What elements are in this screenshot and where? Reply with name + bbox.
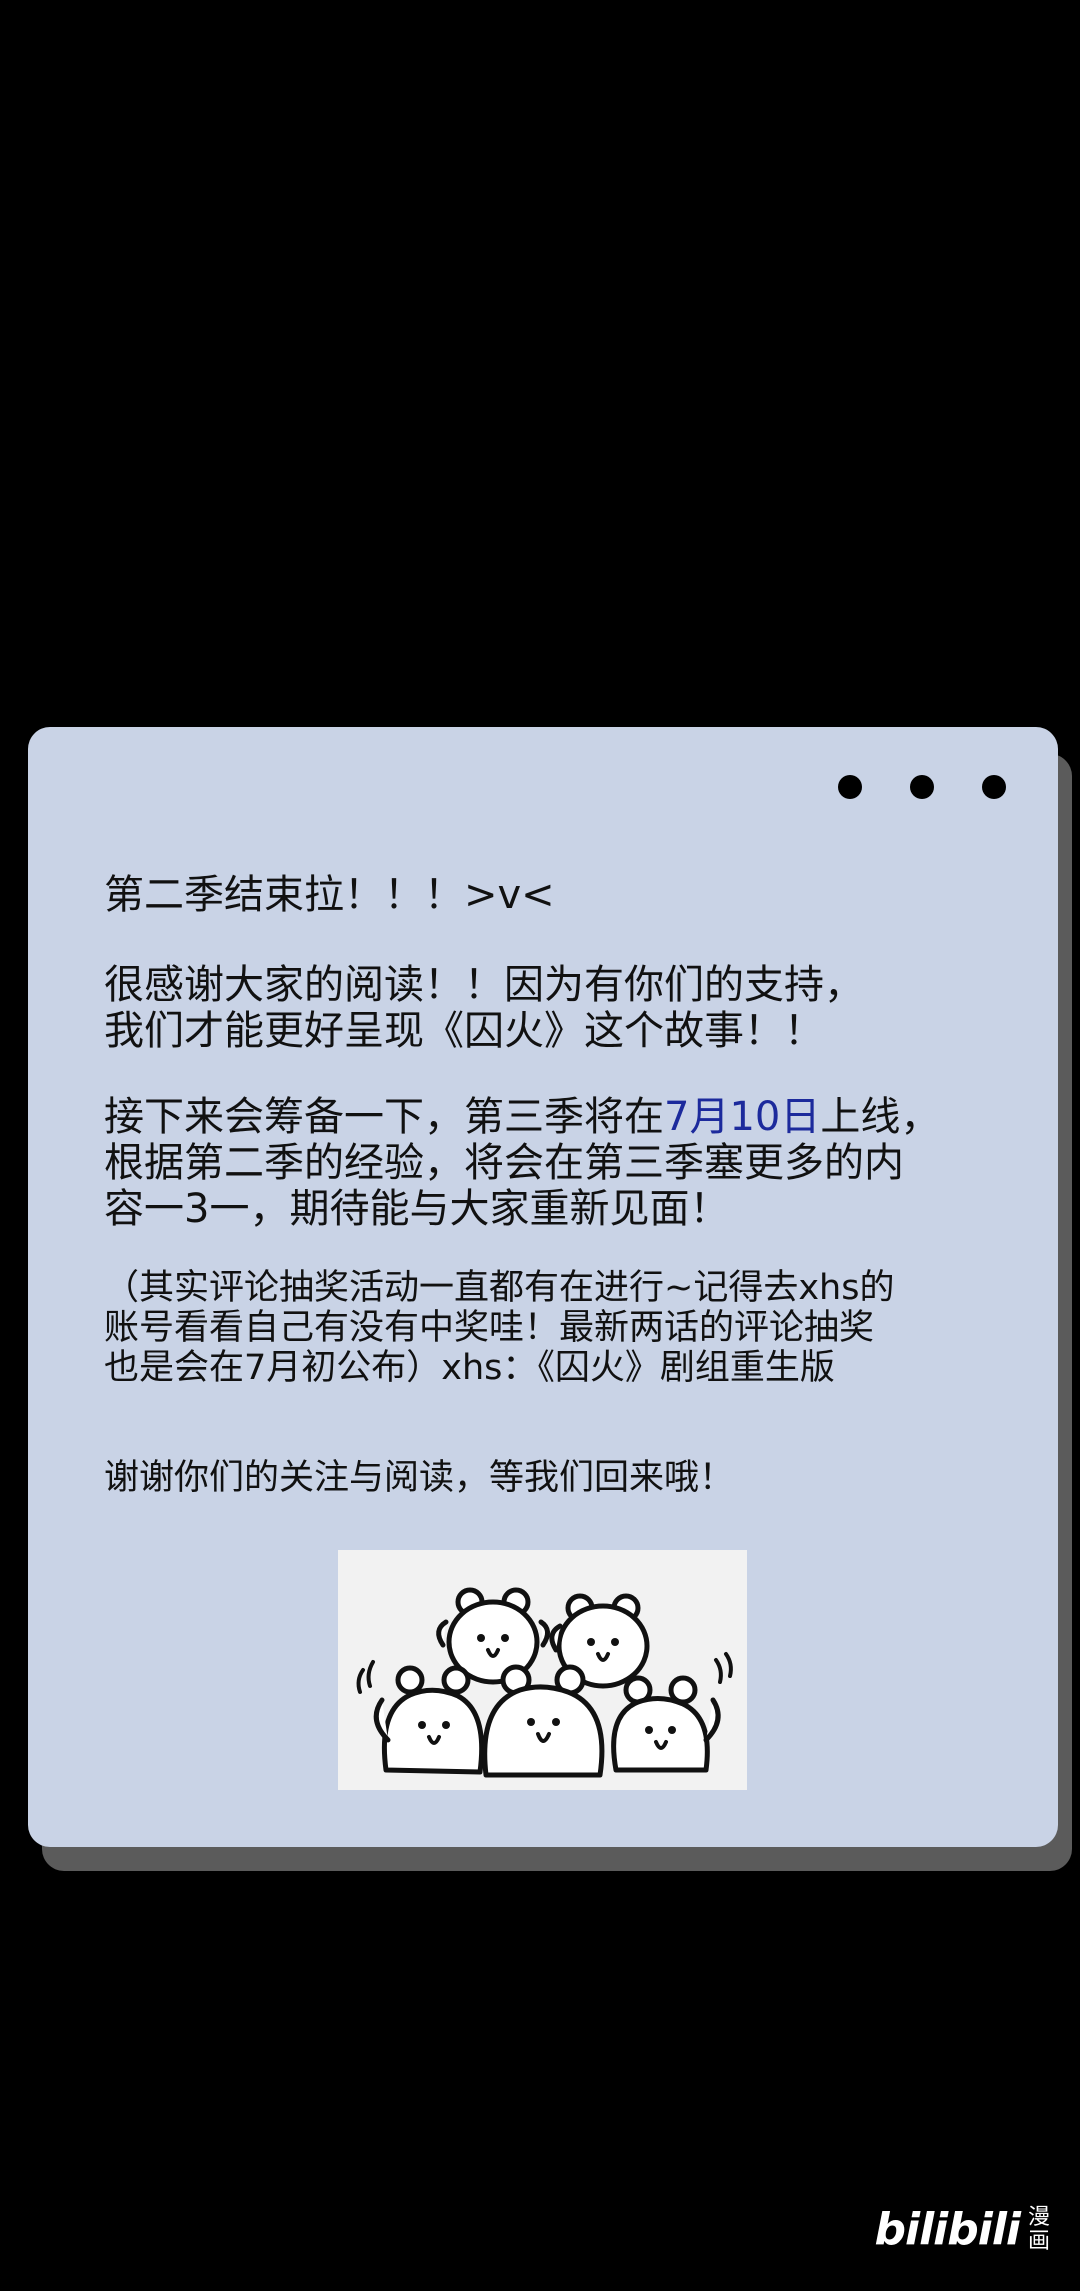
dot-icon [838, 775, 862, 799]
bilibili-wordmark: bilibili [874, 2204, 1021, 2255]
cheering-bears-sticker [338, 1550, 747, 1790]
announcement-text: 第二季结束拉！！！>v< 很感谢大家的阅读！！因为有你们的支持， 我们才能更好呈… [104, 872, 1054, 1498]
thanks-line-1: 很感谢大家的阅读！！因为有你们的支持， [104, 962, 864, 1008]
next-season-text-after: 上线， [820, 1094, 941, 1140]
next-season-text-before: 接下来会筹备一下，第三季将在 [104, 1094, 664, 1140]
bear-front-middle [482, 1664, 605, 1778]
closing-line: 谢谢你们的关注与阅读，等我们回来哦！ [104, 1458, 735, 1498]
manhua-label: 漫画 [1027, 2204, 1050, 2254]
lottery-line-2: 账号看看自己有没有中奖哇！最新两话的评论抽奖 [104, 1308, 875, 1348]
bears-illustration [356, 1587, 733, 1778]
window-dots [838, 775, 1006, 799]
bilibili-manhua-logo: bilibili 漫画 [875, 2204, 1052, 2255]
next-season-line-3: 容一3一，期待能与大家重新见面！ [104, 1186, 730, 1232]
announcement-card: 第二季结束拉！！！>v< 很感谢大家的阅读！！因为有你们的支持， 我们才能更好呈… [28, 727, 1058, 1847]
thanks-line-2: 我们才能更好呈现《囚火》这个故事！！ [104, 1008, 824, 1054]
season-end-line: 第二季结束拉！！！>v< [104, 872, 555, 918]
bear-front-left [373, 1665, 485, 1775]
next-season-line-2: 根据第二季的经验，将会在第三季塞更多的内 [104, 1140, 904, 1186]
lottery-line-1: （其实评论抽奖活动一直都有在进行~记得去xhs的 [104, 1268, 895, 1308]
lottery-line-3: 也是会在7月初公布）xhs：《囚火》剧组重生版 [104, 1348, 835, 1388]
bear-front-right [611, 1675, 721, 1773]
release-date: 7月10日 [664, 1094, 821, 1140]
next-season-line-1: 接下来会筹备一下，第三季将在7月10日上线， [104, 1094, 1054, 1140]
dot-icon [910, 775, 934, 799]
dot-icon [982, 775, 1006, 799]
